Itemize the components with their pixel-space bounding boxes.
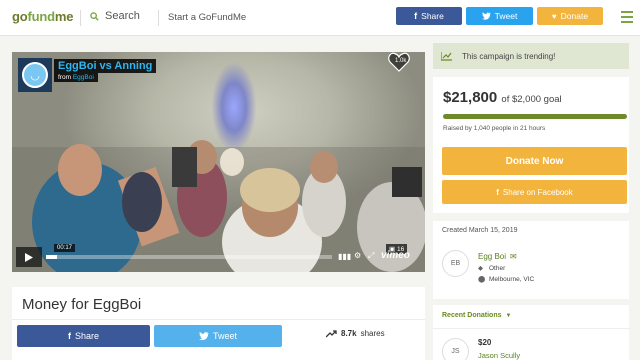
- video-progress-bar[interactable]: [46, 255, 332, 259]
- location-text: Melbourne, VIC: [489, 275, 535, 283]
- donation-panel: $21,800 of $2,000 goal Raised by 1,040 p…: [433, 77, 629, 213]
- vimeo-logo[interactable]: vimeo: [381, 250, 410, 261]
- start-gofundme-link[interactable]: Start a GoFundMe: [168, 12, 246, 23]
- video-author-link[interactable]: EggBoi: [73, 74, 94, 81]
- facebook-share-label: Share: [74, 331, 100, 341]
- share-on-facebook-button[interactable]: f Share on Facebook: [442, 180, 627, 204]
- tag-icon: ◆: [478, 265, 483, 272]
- like-count: 1.0k: [395, 58, 407, 64]
- nav-divider: [158, 10, 159, 26]
- location-pin-icon: ⬤: [478, 276, 486, 283]
- twitter-icon: [481, 12, 491, 20]
- organizer-card: Created March 15, 2019 EB Egg Boi ✉ ◆ Ot…: [433, 221, 629, 299]
- recent-donations-label: Recent Donations: [442, 312, 502, 319]
- video-title[interactable]: EggBoi vs Anning: [54, 59, 157, 73]
- search-link[interactable]: Search: [90, 10, 140, 22]
- video-frame-image: [12, 140, 425, 272]
- organizer-avatar[interactable]: EB: [442, 250, 469, 277]
- video-time: 00:17: [54, 244, 76, 252]
- recent-donations: Recent Donations ▼ JS $20 Jason Scully: [433, 305, 629, 360]
- amount-value: $21,800: [443, 89, 498, 106]
- trending-text: This campaign is trending!: [462, 51, 556, 61]
- category-text: Other: [489, 264, 506, 272]
- volume-icon[interactable]: ▮▮▮: [338, 252, 351, 261]
- caret-down-icon: ▼: [505, 312, 512, 319]
- share-count-suffix: shares: [360, 329, 385, 338]
- search-icon: [90, 11, 99, 21]
- funding-progress-bar: [443, 114, 627, 119]
- video-from: from EggBoi: [54, 73, 98, 82]
- trending-chart-icon: [441, 51, 452, 61]
- share-button[interactable]: f Share: [396, 7, 462, 25]
- twitter-share-label: Tweet: [212, 331, 237, 341]
- donate-now-button[interactable]: Donate Now: [442, 147, 627, 175]
- channel-avatar[interactable]: ◡: [18, 58, 52, 92]
- nav-divider: [80, 10, 81, 26]
- location: ⬤ Melbourne, VIC: [478, 275, 535, 284]
- share-on-facebook-label: Share on Facebook: [502, 187, 573, 197]
- tweet-button[interactable]: Tweet: [466, 7, 533, 25]
- menu-icon[interactable]: [621, 11, 633, 23]
- video-progress-fill: [46, 255, 58, 259]
- donate-button-label: Donate: [560, 11, 589, 21]
- donate-button[interactable]: ♥ Donate: [537, 7, 603, 25]
- top-navbar: gofundme Search Start a GoFundMe f Share…: [0, 0, 640, 36]
- share-count-value: 8.7k: [341, 329, 357, 338]
- share-count: 8.7k shares: [326, 329, 385, 338]
- amount-raised: $21,800 of $2,000 goal: [443, 89, 562, 106]
- donation-amount: $20: [478, 338, 492, 347]
- trending-banner: This campaign is trending!: [433, 43, 629, 69]
- divider: [12, 319, 425, 320]
- facebook-icon: f: [414, 11, 418, 21]
- donor-avatar: JS: [442, 338, 469, 360]
- share-button-label: Share: [421, 11, 444, 21]
- play-icon: [25, 252, 33, 262]
- trending-arrow-icon: [326, 329, 337, 337]
- goal-text: of $2,000 goal: [501, 94, 562, 105]
- funding-progress-fill: [443, 114, 627, 119]
- search-label: Search: [105, 10, 140, 22]
- organizer-name-link[interactable]: Egg Boi ✉: [478, 252, 517, 261]
- donor-name[interactable]: Jason Scully: [478, 351, 520, 360]
- envelope-icon[interactable]: ✉: [510, 252, 517, 261]
- facebook-icon: f: [496, 187, 499, 197]
- raised-by-text: Raised by 1,040 people in 21 hours: [443, 125, 546, 132]
- video-player[interactable]: ◡ EggBoi vs Anning from EggBoi 1.0k ▣ 16…: [12, 52, 425, 272]
- created-date: Created March 15, 2019: [442, 227, 518, 234]
- twitter-share-button[interactable]: Tweet: [154, 325, 282, 347]
- divider: [433, 328, 629, 329]
- twitter-icon: [198, 332, 209, 340]
- play-button[interactable]: [16, 247, 42, 267]
- campaign-card: Money for EggBoi f Share Tweet 8.7k shar…: [12, 287, 425, 360]
- settings-icon[interactable]: ⚙: [354, 251, 361, 260]
- smiley-icon: ◡: [22, 62, 48, 88]
- gofundme-logo[interactable]: gofundme: [12, 9, 73, 24]
- recent-donations-toggle[interactable]: Recent Donations ▼: [442, 312, 511, 319]
- category: ◆ Other: [478, 264, 506, 273]
- campaign-title: Money for EggBoi: [22, 296, 142, 313]
- tweet-button-label: Tweet: [494, 11, 518, 21]
- facebook-share-button[interactable]: f Share: [17, 325, 150, 347]
- facebook-icon: f: [67, 331, 71, 341]
- fullscreen-icon[interactable]: ⤢: [368, 251, 374, 261]
- organizer-name: Egg Boi: [478, 252, 507, 261]
- heart-icon: ♥: [551, 11, 557, 21]
